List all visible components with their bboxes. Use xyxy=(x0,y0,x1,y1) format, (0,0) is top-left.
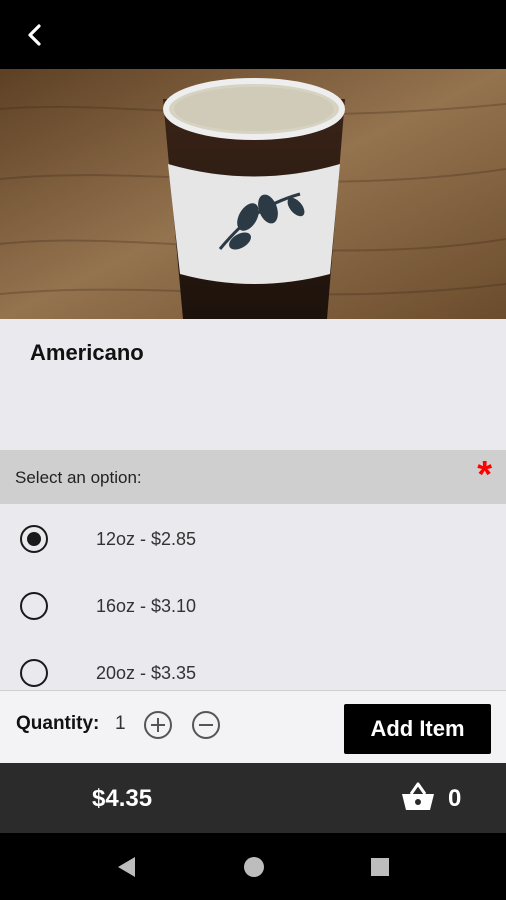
option-label: 12oz - $2.85 xyxy=(96,529,197,549)
product-title: Americano xyxy=(30,340,144,365)
required-asterisk: * xyxy=(477,454,492,496)
option-header-label: Select an option: xyxy=(15,468,142,487)
decrease-quantity-button[interactable] xyxy=(191,710,221,740)
order-total-bar: $4.35 0 xyxy=(0,763,506,833)
quantity-value: 1 xyxy=(115,713,126,734)
cart-count: 0 xyxy=(448,785,462,812)
total-price: $4.35 xyxy=(92,785,153,812)
plus-circle-icon xyxy=(144,711,172,739)
radio-button-selected[interactable] xyxy=(20,525,48,553)
chevron-left-icon xyxy=(28,24,41,46)
system-back-button[interactable] xyxy=(112,852,142,882)
option-row-16oz[interactable]: 16oz - $3.10 xyxy=(0,575,506,637)
option-row-12oz[interactable]: 12oz - $2.85 xyxy=(0,508,506,570)
radio-button[interactable] xyxy=(20,659,48,687)
circle-home-icon xyxy=(244,857,264,877)
product-image xyxy=(0,69,506,319)
option-header: Select an option: * xyxy=(0,450,506,504)
cart-button[interactable]: 0 xyxy=(398,781,478,817)
back-button[interactable] xyxy=(18,18,52,52)
option-label: 20oz - $3.35 xyxy=(96,663,197,683)
add-item-button[interactable]: Add Item xyxy=(344,704,491,754)
system-recents-button[interactable] xyxy=(365,852,395,882)
product-info-section xyxy=(0,319,506,450)
quantity-label: Quantity: xyxy=(16,713,100,734)
triangle-back-icon xyxy=(118,857,135,877)
system-home-button[interactable] xyxy=(239,852,269,882)
top-app-bar xyxy=(0,0,506,69)
radio-dot xyxy=(27,532,41,546)
radio-button[interactable] xyxy=(20,592,48,620)
increase-quantity-button[interactable] xyxy=(143,710,173,740)
basket-icon xyxy=(402,782,434,810)
square-recents-icon xyxy=(371,858,389,876)
minus-circle-icon xyxy=(192,711,220,739)
quantity-bar: Quantity: 1 Add Item xyxy=(0,690,506,763)
option-label: 16oz - $3.10 xyxy=(96,596,197,616)
system-navigation-bar xyxy=(0,833,506,900)
